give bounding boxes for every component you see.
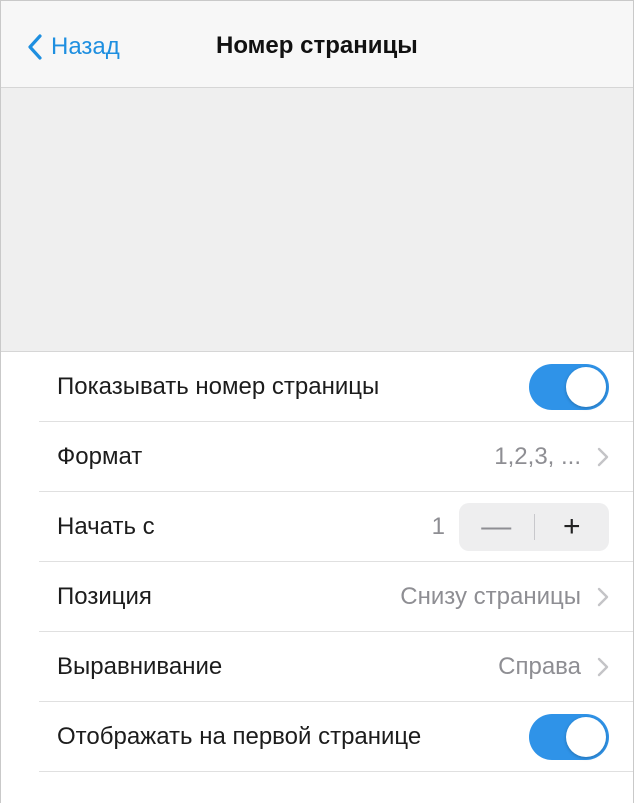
position-value: Снизу страницы <box>400 582 581 610</box>
alignment-label: Выравнивание <box>57 652 223 680</box>
chevron-right-icon <box>597 587 609 606</box>
page-number-settings-screen: Назад Номер страницы Показывать номер ст… <box>0 0 634 803</box>
position-label: Позиция <box>57 582 152 610</box>
page-preview-area <box>1 88 633 352</box>
alignment-value: Справа <box>498 652 581 680</box>
toggle-knob <box>566 716 606 757</box>
chevron-right-icon <box>597 657 609 676</box>
show-page-number-toggle[interactable] <box>529 363 609 410</box>
format-value: 1,2,3, ... <box>494 442 581 470</box>
toggle-knob <box>566 366 606 407</box>
back-label[interactable]: Назад <box>51 33 120 61</box>
decrement-button[interactable]: — <box>459 503 534 551</box>
page-title: Номер страницы <box>216 32 418 59</box>
start-at-value: 1 <box>431 512 445 540</box>
chevron-left-icon <box>28 34 42 60</box>
row-show-on-first-page: Отображать на первой странице <box>39 702 633 772</box>
format-label: Формат <box>57 442 143 470</box>
show-page-number-label: Показывать номер страницы <box>57 372 380 400</box>
row-position[interactable]: Позиция Снизу страницы <box>39 562 633 632</box>
row-alignment[interactable]: Выравнивание Справа <box>39 632 633 702</box>
show-on-first-page-label: Отображать на первой странице <box>57 722 422 750</box>
navigation-bar: Назад Номер страницы <box>1 1 633 88</box>
chevron-right-icon <box>597 447 609 466</box>
row-format[interactable]: Формат 1,2,3, ... <box>39 422 633 492</box>
row-start-at: Начать с 1 — + <box>39 492 633 562</box>
start-at-label: Начать с <box>57 512 155 540</box>
settings-list: Показывать номер страницы Формат 1,2,3, … <box>1 352 633 772</box>
start-at-stepper: — + <box>459 502 610 551</box>
row-show-page-number: Показывать номер страницы <box>39 352 633 422</box>
increment-button[interactable]: + <box>535 503 610 551</box>
back-button[interactable]: Назад <box>27 29 120 65</box>
show-on-first-page-toggle[interactable] <box>529 713 609 760</box>
